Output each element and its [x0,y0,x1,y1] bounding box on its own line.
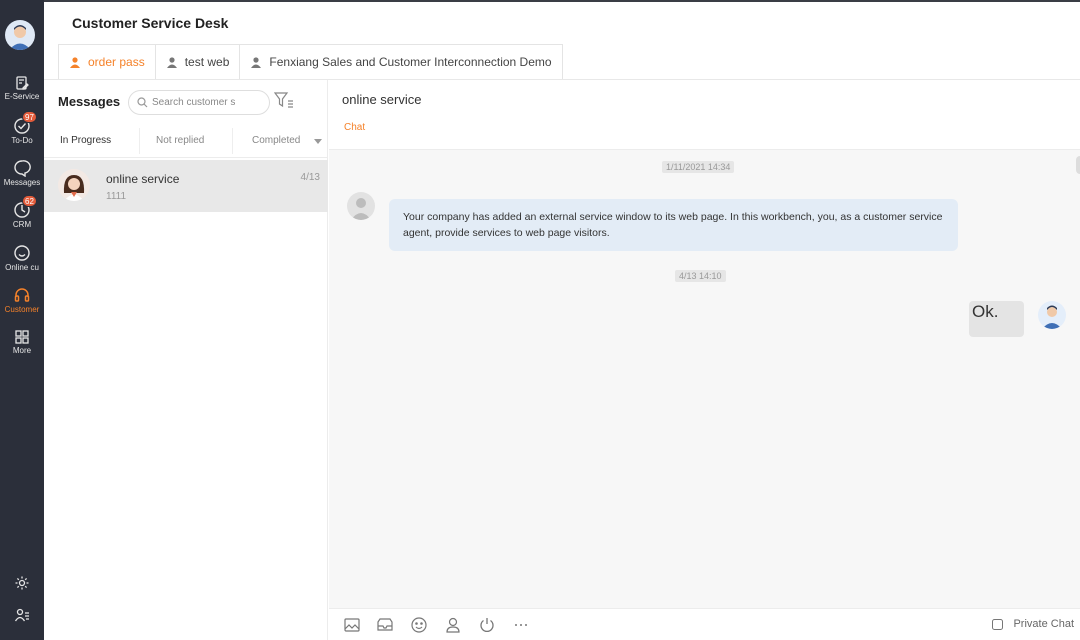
rail-label: Messages [3,178,41,187]
session-tabs: order pass test web Fenxiang Sales and C… [58,44,563,79]
smile-icon [14,245,30,261]
tab-label: test web [184,55,230,69]
tab-test-web[interactable]: test web [154,44,241,79]
tab-chat[interactable]: Chat [344,122,365,133]
settings-icon [15,576,29,590]
private-chat-checkbox[interactable] [992,618,1004,630]
transfer-agent-button[interactable] [444,616,462,634]
private-chat-label: Private Chat [1013,618,1074,630]
contact-avatar [58,169,90,201]
emoji-button[interactable] [410,616,428,634]
rail-label: More [12,346,32,355]
chevron-down-icon[interactable] [314,139,322,144]
rail-label: Online cu [5,263,39,272]
tab-fenxiang-demo[interactable]: Fenxiang Sales and Customer Interconnect… [239,44,563,79]
rail-label: Customer [4,305,40,314]
conversation-date: 4/13 [300,172,320,183]
send-file-button[interactable] [376,616,394,634]
todo-badge: 97 [22,111,37,123]
headset-icon [14,288,30,302]
chat-bubble-icon [14,160,31,177]
crm-badge: 62 [22,195,37,207]
message-preview: 1111 [106,191,127,202]
tab-label: order pass [88,55,145,69]
agent-icon [70,57,80,68]
image-icon [344,618,360,632]
left-nav-rail: E-Service 97 To-Do Messages 62 CRM Onlin… [0,0,44,640]
message-timestamp: 4/13 14:10 [675,270,726,282]
rail-label: CRM [12,220,32,229]
more-button[interactable] [512,616,530,634]
contact-name: online service [106,172,180,186]
agent-icon [166,57,177,68]
settings-button[interactable] [0,575,44,594]
chat-header: online service Chat [329,80,1080,150]
subtab-not-replied[interactable]: Not replied [156,135,204,146]
user-avatar[interactable] [5,20,35,50]
messages-heading: Messages [58,94,121,109]
visitor-avatar [347,192,375,220]
emoji-icon [411,617,427,633]
conversation-list-panel: Messages In Progress Not replied Complet… [44,80,328,640]
incoming-message-bubble: Your company has added an external servi… [389,199,958,251]
chat-toolbar: Private Chat [329,608,1080,640]
scroll-handle[interactable] [1076,156,1080,174]
rail-item-crm[interactable]: 62 CRM [0,195,44,241]
power-icon [480,618,494,632]
rail-item-more[interactable]: More [0,329,44,369]
rail-label: E-Service [4,92,40,101]
subtab-in-progress[interactable]: In Progress [60,135,111,146]
tab-order-pass[interactable]: order pass [58,44,156,79]
filter-icon [273,92,293,108]
subtab-divider [139,128,140,154]
send-image-button[interactable] [343,616,361,634]
subtab-divider [232,128,233,154]
outgoing-message-bubble: Ok. [969,301,1024,337]
folder-icon [377,618,393,631]
search-icon [137,97,148,108]
page-title: Customer Service Desk [72,15,229,31]
grid-icon [15,330,29,344]
tab-label: Fenxiang Sales and Customer Interconnect… [269,55,552,69]
agent-icon [251,57,262,68]
message-timestamp: 1/11/2021 14:34 [662,161,735,173]
filter-button[interactable] [273,92,294,113]
user-list-icon [14,608,29,622]
rail-item-to-do[interactable]: 97 To-Do [0,111,44,157]
status-subtabs: In Progress Not replied Completed [44,124,328,158]
private-chat-toggle[interactable]: Private Chat [992,618,1074,630]
agent-avatar [1038,301,1066,329]
document-edit-icon [16,76,29,90]
more-icon [515,624,527,626]
chat-title: online service [342,92,422,107]
rail-item-customer[interactable]: Customer [0,286,44,326]
rail-item-online-cu[interactable]: Online cu [0,244,44,284]
transfer-agent-icon [446,617,460,633]
end-session-button[interactable] [478,616,496,634]
search-box [128,90,270,115]
rail-label: To-Do [11,136,33,145]
search-input[interactable] [152,97,264,108]
chat-panel: online service Chat 1/11/2021 14:34 Your… [329,80,1080,640]
user-list-button[interactable] [0,607,44,626]
list-item[interactable]: online service 1111 4/13 [44,160,328,212]
rail-item-e-service[interactable]: E-Service [0,75,44,115]
rail-item-messages[interactable]: Messages [0,159,44,199]
window-top-border [0,0,1080,2]
subtab-completed[interactable]: Completed [252,135,300,146]
